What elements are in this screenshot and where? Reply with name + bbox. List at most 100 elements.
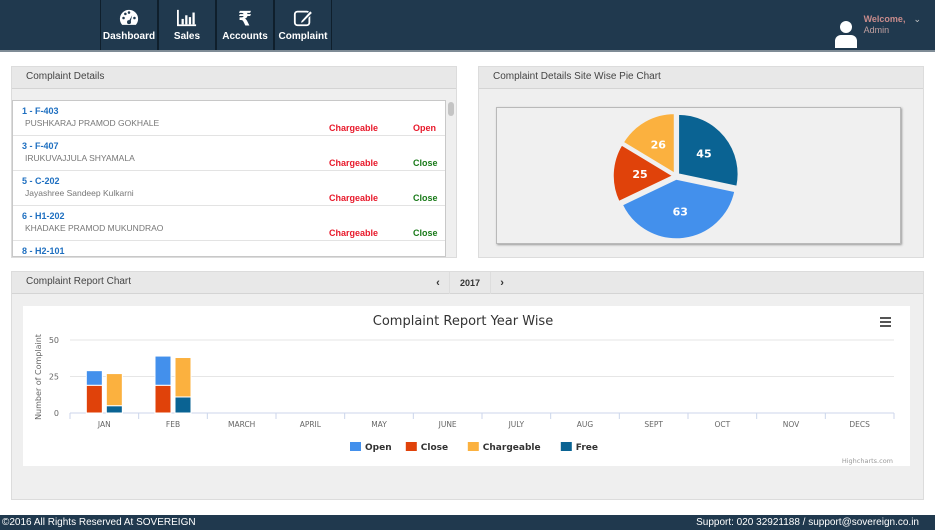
legend-label: Close [421,443,448,453]
complaint-details-title: Complaint Details [12,67,456,89]
legend-swatch [467,442,479,451]
legend-item-free[interactable]: Free [560,442,598,453]
bar-chargeable-feb[interactable] [174,357,192,398]
pie-label-free: 45 [696,147,711,160]
x-tick-label: JAN [97,420,111,429]
x-tick-label: MAY [371,420,387,429]
bar-close-feb[interactable] [154,384,172,414]
year-value: 2017 [449,272,492,294]
complaint-list: 1 - F-403 PUSHKARAJ PRAMOD GOKHALE Charg… [12,100,446,257]
nav-sales-label: Sales [173,31,201,42]
pie-label-open: 63 [673,206,688,219]
x-tick-label: APRIL [300,420,322,429]
pie-chart-panel: Complaint Details Site Wise Pie Chart 45… [478,66,924,258]
user-greeting: Welcome, Admin [864,14,906,36]
x-tick-label: MARCH [228,420,255,429]
hamburger-menu-icon[interactable] [880,317,891,327]
pie-chart: 45 63 25 26 [612,112,740,240]
legend-item-open[interactable]: Open [350,442,392,453]
x-tick-label: OCT [714,420,730,429]
bar-free-jan[interactable] [105,405,123,414]
complaint-row[interactable]: 5 - C-202 Jayashree Sandeep Kulkarni Cha… [13,171,445,206]
nav-accounts[interactable]: ₹ Accounts [216,0,274,50]
x-tick-label: NOV [783,420,800,429]
complaint-report-panel: Complaint Report Chart ‹ 2017 › Complain… [11,271,924,500]
bar-close-jan[interactable] [85,384,103,414]
status-badge: Open [413,123,437,133]
legend-label: Chargeable [483,443,541,453]
nav-dashboard[interactable]: Dashboard [100,0,158,50]
y-tick-label: 0 [54,409,59,418]
main-nav: Dashboard Sales ₹ Accounts Complaint [100,0,332,50]
x-tick-label: JUNE [438,420,457,429]
chart-title: Complaint Report Year Wise [373,314,553,329]
pie-label-chargeable: 26 [651,139,667,152]
complaint-row[interactable]: 8 - H2-101 [13,241,445,256]
charge-type: Chargeable [329,123,379,133]
legend-item-close[interactable]: Close [405,442,448,453]
list-scrollbar[interactable] [448,102,454,116]
legend-item-chargeable[interactable]: Chargeable [467,442,541,453]
dashboard-gauge-icon [119,9,139,25]
x-tick-label: DECS [849,420,870,429]
status-badge: Close [413,158,438,168]
status-badge: Close [413,193,438,203]
footer: ©2016 All Rights Reserved At SOVEREIGN S… [0,515,935,530]
user-menu[interactable]: Welcome, Admin ⌄ [834,14,921,48]
nav-complaint-label: Complaint [278,31,328,42]
complaint-name: PUSHKARAJ PRAMOD GOKHALE [25,118,160,128]
bar-open-jan[interactable] [85,370,103,386]
charge-type: Chargeable [329,228,379,238]
bar-chargeable-jan[interactable] [105,373,123,407]
complaint-id[interactable]: 1 - F-403 [22,106,59,116]
legend-swatch [350,442,361,451]
complaint-id[interactable]: 6 - H1-202 [22,211,65,221]
complaint-id[interactable]: 8 - H2-101 [22,246,65,256]
complaint-row[interactable]: 6 - H1-202 KHADAKE PRAMOD MUKUNDRAO Char… [13,206,445,241]
bar-chart-icon [177,9,197,27]
chevron-down-icon[interactable]: ⌄ [913,14,921,25]
copyright-text: ©2016 All Rights Reserved At SOVEREIGN [2,517,196,528]
x-tick-label: FEB [166,420,180,429]
legend-swatch [560,442,572,451]
support-contact: Support: 020 32921188 / support@sovereig… [696,517,919,528]
nav-accounts-label: Accounts [222,31,268,42]
top-navbar: Dashboard Sales ₹ Accounts Complaint Wel… [0,0,935,52]
welcome-text: Welcome, [863,14,906,24]
complaint-id[interactable]: 5 - C-202 [22,176,60,186]
user-avatar-icon [834,21,857,48]
complaint-row[interactable]: 3 - F-407 IRUKUVAJJULA SHYAMALA Chargeab… [13,136,445,171]
bar-open-feb[interactable] [154,355,172,386]
nav-sales[interactable]: Sales [158,0,216,50]
pie-panel-title: Complaint Details Site Wise Pie Chart [479,67,923,89]
x-tick-label: JULY [508,420,525,429]
complaint-details-panel: Complaint Details 1 - F-403 PUSHKARAJ PR… [11,66,457,258]
edit-icon [293,10,314,27]
legend-label: Open [365,443,392,453]
next-year-button[interactable]: › [491,277,513,289]
svg-text:₹: ₹ [238,8,252,28]
user-name: Admin [863,25,890,35]
y-tick-label: 25 [49,373,59,382]
complaint-name: Jayashree Sandeep Kulkarni [25,188,134,198]
y-axis-label: Number of Complaint [34,334,43,420]
status-badge: Close [413,228,438,238]
legend-label: Free [576,443,598,453]
year-selector: ‹ 2017 › [427,272,513,294]
complaint-row[interactable]: 1 - F-403 PUSHKARAJ PRAMOD GOKHALE Charg… [13,101,445,136]
complaint-id[interactable]: 3 - F-407 [22,141,59,151]
nav-dashboard-label: Dashboard [102,31,156,42]
legend-swatch [405,442,417,451]
bar-free-feb[interactable] [174,396,192,414]
bar-chart: Complaint Report Year Wise 0 25 50 Number of… [34,314,895,465]
bar-chart-container: Complaint Report Year Wise 0 25 50 Number of… [23,306,910,466]
complaint-name: KHADAKE PRAMOD MUKUNDRAO [25,223,164,233]
x-tick-label: AUG [577,420,594,429]
highcharts-credit[interactable]: Highcharts.com [842,457,893,465]
pie-chart-container: 45 63 25 26 [496,107,901,244]
nav-complaint[interactable]: Complaint [274,0,332,50]
rupee-icon: ₹ [238,8,252,28]
x-tick-label: SEPT [644,420,663,429]
prev-year-button[interactable]: ‹ [427,277,449,289]
complaint-name: IRUKUVAJJULA SHYAMALA [25,153,135,163]
